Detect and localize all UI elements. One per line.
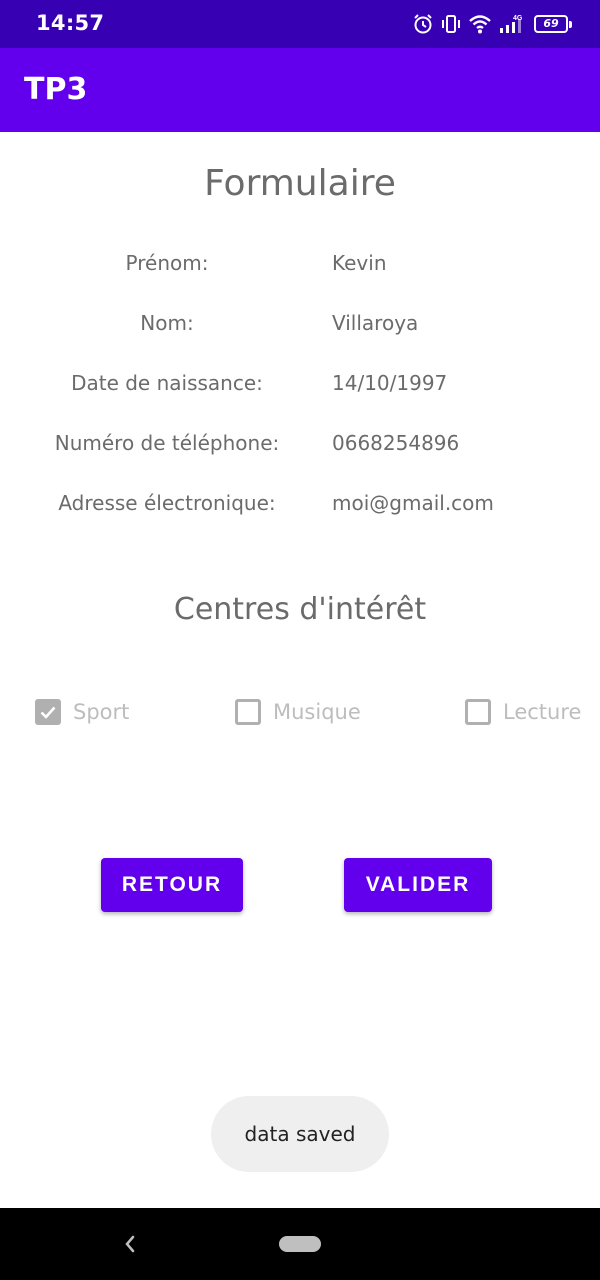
status-bar: 14:57 4G 69	[0, 0, 600, 48]
last-name-value: Villaroya	[332, 311, 419, 335]
checkbox-unchecked-icon[interactable]	[235, 699, 261, 725]
toast-message: data saved	[211, 1096, 389, 1172]
checkbox-unchecked-icon[interactable]	[465, 699, 491, 725]
last-name-label: Nom:	[140, 311, 194, 335]
email-value: moi@gmail.com	[332, 491, 494, 515]
phone-label: Numéro de téléphone:	[54, 431, 280, 455]
checkbox-music-label: Musique	[273, 700, 361, 724]
first-name-value: Kevin	[332, 251, 387, 275]
first-name-label: Prénom:	[125, 251, 209, 275]
checkbox-reading[interactable]: Lecture	[465, 694, 581, 730]
field-row-birth-date: Date de naissance: 14/10/1997	[0, 363, 600, 403]
status-icons: 4G 69	[412, 12, 572, 36]
home-pill-icon[interactable]	[279, 1236, 321, 1252]
interests-title: Centres d'intérêt	[173, 592, 427, 627]
alarm-icon	[412, 13, 434, 35]
checkbox-sport[interactable]: Sport	[35, 694, 129, 730]
validate-button[interactable]: VALIDER	[344, 858, 492, 912]
app-title: TP3	[24, 72, 88, 107]
signal-icon: 4G	[498, 13, 528, 35]
checkbox-sport-label: Sport	[73, 700, 130, 724]
checkbox-reading-label: Lecture	[503, 700, 582, 724]
field-row-email: Adresse électronique: moi@gmail.com	[0, 483, 600, 523]
battery-icon: 69	[534, 15, 572, 33]
field-row-last-name: Nom: Villaroya	[0, 303, 600, 343]
birth-date-label: Date de naissance:	[71, 371, 263, 395]
app-bar: TP3	[0, 48, 600, 132]
phone-value: 0668254896	[332, 431, 460, 455]
status-time: 14:57	[36, 11, 105, 35]
wifi-icon	[468, 13, 492, 35]
checkbox-checked-icon[interactable]	[35, 699, 61, 725]
birth-date-value: 14/10/1997	[332, 371, 448, 395]
form-title: Formulaire	[204, 163, 396, 204]
navigation-bar	[0, 1208, 600, 1280]
field-row-phone: Numéro de téléphone: 0668254896	[0, 423, 600, 463]
network-type: 4G	[513, 15, 523, 22]
back-button[interactable]: RETOUR	[101, 858, 243, 912]
email-label: Adresse électronique:	[58, 491, 276, 515]
vibrate-icon	[440, 13, 462, 35]
back-nav-icon[interactable]	[118, 1230, 142, 1258]
checkbox-music[interactable]: Musique	[235, 694, 361, 730]
field-row-first-name: Prénom: Kevin	[0, 243, 600, 283]
